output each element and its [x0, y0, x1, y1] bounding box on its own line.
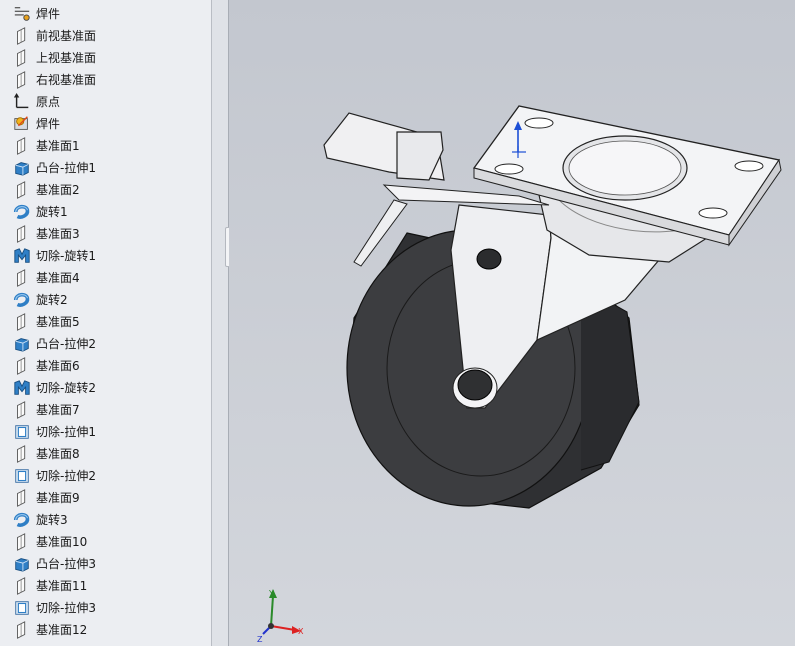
- tree-item-label: 基准面6: [36, 359, 80, 373]
- tree-item-label: 基准面7: [36, 403, 80, 417]
- tree-item[interactable]: 旋转3: [0, 509, 211, 531]
- tree-item[interactable]: 切除-拉伸2: [0, 465, 211, 487]
- tree-item-label: 切除-拉伸1: [36, 425, 96, 439]
- plane-icon: [17, 621, 26, 639]
- triad-y-label: Y: [268, 589, 274, 598]
- tree-item-label: 旋转3: [36, 513, 68, 527]
- triad-z-label: Z: [257, 635, 263, 644]
- tree-item-label: 基准面11: [36, 579, 88, 593]
- cut-extrude-icon: [15, 601, 29, 615]
- weldment-icon: [14, 116, 28, 130]
- tree-item[interactable]: 基准面2: [0, 179, 211, 201]
- tree-item[interactable]: 切除-旋转2: [0, 377, 211, 399]
- cut-revolve-icon: [14, 380, 30, 395]
- tree-item-label: 焊件: [36, 117, 61, 131]
- tree-item-label: 前视基准面: [36, 29, 97, 43]
- graphics-area[interactable]: Y X Z: [229, 0, 795, 646]
- plane-icon: [17, 137, 26, 155]
- tree-item[interactable]: 基准面4: [0, 267, 211, 289]
- tree-item-label: 基准面5: [36, 315, 80, 329]
- triad-x-label: X: [298, 627, 304, 636]
- revolve-icon: [13, 512, 30, 527]
- tree-item[interactable]: 凸台-拉伸3: [0, 553, 211, 575]
- tree-item-label: 基准面10: [36, 535, 88, 549]
- tree-item[interactable]: 基准面10: [0, 531, 211, 553]
- tree-item-label: 基准面8: [36, 447, 80, 461]
- panel-splitter[interactable]: [211, 0, 229, 646]
- tree-item-label: 原点: [36, 95, 61, 109]
- caster-wheel-model[interactable]: Y X Z: [229, 0, 795, 646]
- tree-item-label: 上视基准面: [36, 51, 97, 65]
- tree-item[interactable]: 切除-拉伸3: [0, 597, 211, 619]
- reference-triad: Y X Z: [257, 589, 304, 644]
- cut-extrude-icon: [15, 469, 29, 483]
- plane-icon: [17, 49, 26, 67]
- tree-item-label: 凸台-拉伸2: [36, 337, 96, 351]
- tree-item-label: 基准面12: [36, 623, 88, 637]
- plane-icon: [17, 489, 26, 507]
- tree-item-label: 切除-旋转2: [36, 381, 96, 395]
- tree-item[interactable]: 基准面11: [0, 575, 211, 597]
- tree-item-label: 基准面2: [36, 183, 80, 197]
- revolve-icon: [13, 292, 30, 307]
- tree-item[interactable]: 基准面7: [0, 399, 211, 421]
- origin-icon: [13, 93, 29, 109]
- tree-item[interactable]: 切除-旋转1: [0, 245, 211, 267]
- tree-item[interactable]: 右视基准面: [0, 69, 211, 91]
- tree-item[interactable]: 前视基准面: [0, 25, 211, 47]
- tree-item[interactable]: 基准面1: [0, 135, 211, 157]
- plane-icon: [17, 533, 26, 551]
- revolve-icon: [13, 204, 30, 219]
- tree-item[interactable]: 上视基准面: [0, 47, 211, 69]
- tree-item[interactable]: 基准面6: [0, 355, 211, 377]
- tree-item-label: 焊件: [36, 7, 61, 21]
- tree-item[interactable]: 原点: [0, 91, 211, 113]
- boss-extrude-icon: [15, 162, 29, 176]
- tree-item-label: 切除-旋转1: [36, 249, 96, 263]
- tree-item[interactable]: 切除-拉伸1: [0, 421, 211, 443]
- weldment-folder-icon: [14, 7, 30, 21]
- tree-item-label: 切除-拉伸3: [36, 601, 96, 615]
- tree-item[interactable]: 凸台-拉伸2: [0, 333, 211, 355]
- tree-item-label: 右视基准面: [36, 73, 97, 87]
- tree-item[interactable]: 焊件: [0, 113, 211, 135]
- feature-manager-tree[interactable]: 焊件 前视基准面 上视基准面 右视基准面 原点 焊件 基准面1 凸台-拉伸1 基准面2 旋转1 基准…: [0, 0, 211, 646]
- plane-icon: [17, 445, 26, 463]
- tree-item[interactable]: 凸台-拉伸1: [0, 157, 211, 179]
- tree-item-label: 基准面1: [36, 139, 80, 153]
- plane-icon: [17, 71, 26, 89]
- plane-icon: [17, 313, 26, 331]
- tree-item[interactable]: 焊件: [0, 3, 211, 25]
- plane-icon: [17, 27, 26, 45]
- tree-item-label: 基准面9: [36, 491, 80, 505]
- tree-item-label: 基准面4: [36, 271, 80, 285]
- tree-item-label: 切除-拉伸2: [36, 469, 96, 483]
- tree-item[interactable]: 基准面5: [0, 311, 211, 333]
- cut-extrude-icon: [15, 425, 29, 439]
- plane-icon: [17, 357, 26, 375]
- tree-item-label: 凸台-拉伸1: [36, 161, 96, 175]
- tree-item-label: 基准面3: [36, 227, 80, 241]
- tree-item-label: 旋转2: [36, 293, 68, 307]
- tree-item-label: 旋转1: [36, 205, 68, 219]
- tree-item[interactable]: 旋转1: [0, 201, 211, 223]
- tree-item[interactable]: 基准面12: [0, 619, 211, 641]
- tree-item[interactable]: 基准面9: [0, 487, 211, 509]
- plane-icon: [17, 577, 26, 595]
- boss-extrude-icon: [15, 338, 29, 352]
- plane-icon: [17, 225, 26, 243]
- plane-icon: [17, 181, 26, 199]
- tree-item[interactable]: 基准面8: [0, 443, 211, 465]
- tree-item[interactable]: 基准面3: [0, 223, 211, 245]
- tree-item-label: 凸台-拉伸3: [36, 557, 96, 571]
- cut-revolve-icon: [14, 248, 30, 263]
- boss-extrude-icon: [15, 558, 29, 572]
- tree-item[interactable]: 旋转2: [0, 289, 211, 311]
- plane-icon: [17, 269, 26, 287]
- plane-icon: [17, 401, 26, 419]
